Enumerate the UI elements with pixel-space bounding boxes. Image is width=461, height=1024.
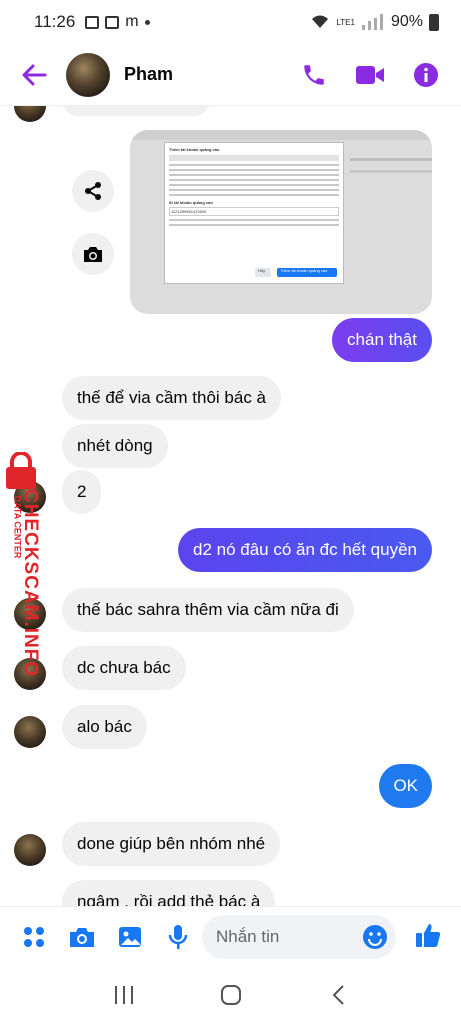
gallery-button[interactable] — [112, 919, 148, 955]
more-notifications-dot — [144, 19, 150, 25]
system-navigation-bar — [0, 966, 461, 1024]
voice-call-button[interactable] — [299, 60, 329, 90]
conversation-info-button[interactable] — [411, 60, 441, 90]
home-icon — [220, 985, 241, 1005]
status-bar: 11:26 m LTE1 90% — [0, 0, 461, 44]
battery-percent: 90% — [390, 13, 423, 30]
message-bubble-received[interactable]: 2 — [62, 470, 102, 514]
contact-name[interactable]: Pham — [124, 64, 173, 85]
save-image-button[interactable] — [72, 233, 114, 275]
contact-avatar-small — [14, 658, 46, 690]
screenshot-field-label: ID tài khoản quảng cáo — [169, 200, 213, 205]
status-notification-icons: m — [85, 13, 150, 31]
message-bubble-sent[interactable]: OK — [379, 764, 432, 808]
emoji-button[interactable] — [362, 924, 388, 950]
screenshot-dialog-title: Thêm tài khoản quảng cáo — [169, 147, 220, 152]
home-button[interactable] — [211, 975, 251, 1015]
contact-avatar-small — [14, 716, 46, 748]
image-icon — [119, 927, 141, 947]
message-bubble-sent[interactable]: chán thật — [332, 318, 432, 362]
arrow-left-icon — [22, 64, 47, 85]
message-bubble-received[interactable]: dc chưa bác — [62, 646, 186, 690]
message-input-container[interactable] — [202, 915, 396, 959]
camera-icon — [70, 928, 94, 947]
microphone-icon — [168, 925, 188, 949]
message-input[interactable] — [216, 927, 356, 947]
message-bubble-received[interactable]: thế để via cầm thôi bác à — [62, 376, 282, 420]
recent-apps-icon — [114, 986, 133, 1004]
message-bubble-received[interactable]: ngâm , rồi add thẻ bác à — [62, 880, 276, 906]
back-button[interactable] — [12, 53, 56, 97]
screenshot-field-value: 1121299551470609 — [169, 207, 339, 216]
emoji-icon — [363, 925, 387, 949]
status-time: 11:26 — [34, 12, 76, 31]
apps-grid-icon — [24, 927, 44, 947]
signal-icon — [361, 14, 383, 30]
message-bubble-partial[interactable] — [62, 106, 210, 116]
contact-avatar-small — [14, 834, 46, 866]
message-list[interactable]: Thêm tài khoản quảng cáo ID tài khoản qu… — [0, 106, 461, 906]
battery-icon — [429, 13, 439, 31]
message-bubble-received[interactable]: thế bác sahra thêm via cầm nữa đi — [62, 588, 354, 632]
contact-avatar-small — [14, 106, 46, 122]
screenshot-dialog: Thêm tài khoản quảng cáo ID tài khoản qu… — [164, 142, 344, 284]
store-notification-icon — [105, 15, 120, 29]
status-right: LTE1 90% — [310, 13, 439, 31]
header-actions — [299, 60, 441, 90]
system-back-button[interactable] — [318, 975, 358, 1015]
recent-apps-button[interactable] — [104, 975, 144, 1015]
voice-clip-button[interactable] — [160, 919, 196, 955]
shared-screenshot-image[interactable]: Thêm tài khoản quảng cáo ID tài khoản qu… — [130, 130, 432, 314]
chevron-left-icon — [332, 985, 344, 1005]
camera-button[interactable] — [64, 919, 100, 955]
message-bubble-received[interactable]: done giúp bên nhóm nhé — [62, 822, 281, 866]
share-icon — [85, 182, 101, 200]
message-composer — [0, 906, 461, 966]
message-bubble-sent[interactable]: d2 nó đâu có ăn đc hết quyền — [177, 528, 432, 572]
video-call-button[interactable] — [355, 60, 385, 90]
thumbs-up-icon — [416, 924, 441, 947]
contact-avatar[interactable] — [66, 52, 110, 97]
chat-header: Pham — [0, 44, 461, 106]
wifi-icon — [312, 15, 329, 28]
screenshot-cancel-button: Hủy — [255, 268, 271, 277]
message-bubble-received[interactable]: alo bác — [62, 705, 147, 749]
gmail-notification-icon: m — [125, 13, 139, 30]
contact-avatar-small — [14, 481, 46, 513]
network-label: LTE1 — [336, 17, 355, 27]
more-actions-button[interactable] — [16, 919, 52, 955]
info-icon — [414, 62, 438, 87]
phone-icon — [304, 64, 324, 85]
video-camera-icon — [356, 65, 384, 84]
message-bubble-received[interactable]: nhét dòng — [62, 424, 168, 468]
contact-avatar-small — [14, 598, 46, 630]
gallery-notification-icon — [85, 15, 100, 29]
screenshot-confirm-button: Thêm tài khoản quảng cáo — [277, 268, 337, 277]
camera-icon — [84, 247, 102, 262]
share-image-button[interactable] — [72, 170, 114, 212]
like-button[interactable] — [410, 917, 446, 953]
